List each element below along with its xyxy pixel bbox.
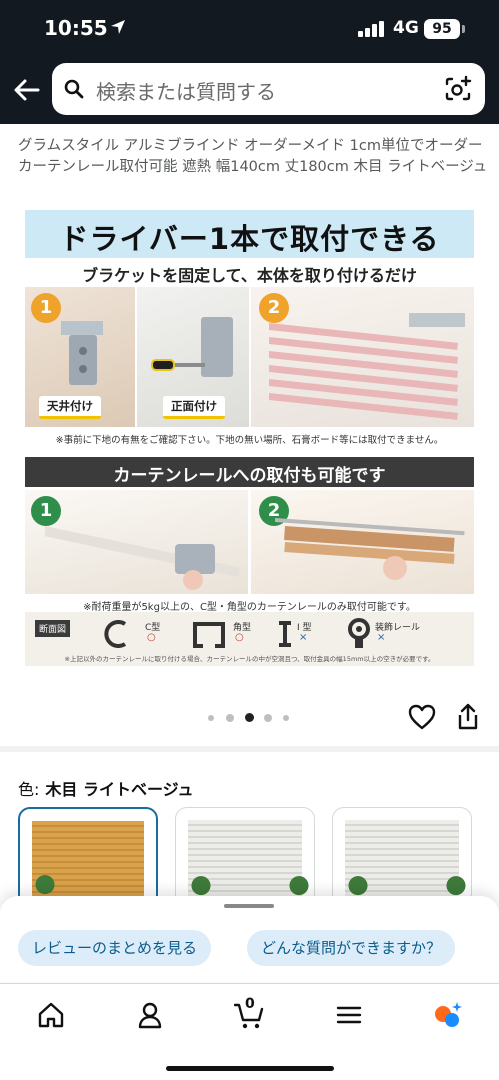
curtain-rail-banner: カーテンレールへの取付も可能です [25, 457, 474, 487]
image-headline-banner: ドライバー1本で取付できる [25, 210, 474, 258]
cellular-signal-icon [358, 21, 384, 37]
color-label: 色: [18, 780, 40, 799]
account-icon[interactable] [135, 1000, 165, 1030]
assistant-bottom-sheet: レビューのまとめを見る どんな質問ができますか？ [0, 896, 499, 982]
blind-slats-illustration [269, 313, 465, 420]
wood-blind-illustration [275, 518, 465, 580]
screwdriver-illustration [151, 317, 233, 377]
color-selector-label: 色: 木目 ライトベージュ [18, 776, 194, 800]
menu-icon[interactable] [334, 1000, 364, 1030]
search-icon [64, 79, 84, 99]
bracket-illustration [61, 321, 103, 385]
mount-note: ※事前に下地の有無をご確認下さい。下地の無い場所、石膏ボード等には取付できません… [55, 435, 444, 446]
carousel-dot [283, 715, 289, 721]
color-swatch-selected[interactable] [18, 807, 158, 907]
photo-rail-blind: 2 [251, 490, 474, 594]
cart-count-badge: 0 [245, 996, 255, 1012]
back-arrow-icon[interactable] [12, 76, 42, 104]
carousel-dot-active [245, 713, 254, 722]
decorative-rail-icon [348, 618, 370, 648]
c-rail-icon [104, 620, 127, 648]
search-bar[interactable]: 検索または質問する [52, 63, 485, 115]
rail-bracket-illustration [45, 525, 241, 590]
heart-icon[interactable] [408, 704, 436, 730]
cross-section-chart: 断面図 C型 ○ 角型 ○ I 型 × 装飾レール × ※上記以外のカーテンレー… [25, 612, 474, 666]
what-can-i-ask-chip[interactable]: どんな質問ができますか？ [247, 930, 456, 966]
rail-type-mark: ○ [147, 632, 156, 643]
section-divider [0, 746, 499, 752]
network-type: 4G [393, 18, 419, 38]
i-rail-icon [279, 621, 291, 647]
label-ceiling-mount: 天井付け [39, 396, 101, 419]
app-header: 10:55 4G 95 検索または質問する [0, 0, 499, 124]
search-input[interactable]: 検索または質問する [96, 76, 276, 105]
share-icon[interactable] [456, 703, 480, 731]
product-image[interactable]: ドライバー1本で取付できる ブラケットを固定して、本体を取り付けるだけ 1 天井… [25, 210, 474, 668]
camera-search-icon[interactable] [444, 75, 472, 103]
rail-type-mark: × [299, 632, 308, 643]
sheet-grabber[interactable] [224, 904, 274, 908]
location-arrow-icon [111, 20, 125, 34]
product-title[interactable]: グラムスタイル アルミブラインド オーダーメイド 1cm単位でオーダー カーテン… [18, 136, 488, 178]
photo-ceiling-mount: 1 天井付け [25, 287, 135, 427]
battery-indicator: 95 [424, 19, 460, 39]
weight-note: ※耐荷重量が5kg以上の、C型・角型のカーテンレールのみ取付可能です。 [83, 602, 416, 613]
color-swatch[interactable] [175, 807, 315, 907]
label-front-mount: 正面付け [163, 396, 225, 419]
color-selected-value: 木目 ライトベージュ [45, 780, 194, 799]
color-swatch[interactable] [332, 807, 472, 907]
home-icon[interactable] [36, 1000, 66, 1030]
photo-front-mount: 正面付け [137, 287, 249, 427]
square-rail-icon [193, 622, 225, 648]
review-summary-chip[interactable]: レビューのまとめを見る [18, 930, 212, 966]
carousel-dot [264, 714, 272, 722]
cross-section-label: 断面図 [35, 620, 71, 637]
home-indicator [166, 1066, 334, 1071]
battery-tip [462, 25, 465, 33]
rail-type-mark: ○ [235, 632, 244, 643]
status-time: 10:55 [44, 16, 108, 40]
carousel-indicator [208, 713, 298, 724]
carousel-dot [226, 714, 234, 722]
cross-section-fine-print: ※上記以外のカーテンレールに取り付ける場合、カーテンレールの中が空洞且つ、取付金… [64, 655, 435, 663]
rail-type-mark: × [377, 632, 386, 643]
carousel-dot [208, 715, 214, 721]
image-subheadline: ブラケットを固定して、本体を取り付けるだけ [82, 266, 417, 285]
curtain-rail-banner-text: カーテンレールへの取付も可能です [113, 466, 386, 486]
ai-assistant-icon[interactable] [432, 1000, 462, 1030]
image-headline: ドライバー1本で取付できる [59, 222, 440, 256]
photo-blind-attach: 2 [251, 287, 474, 427]
photo-rail-bracket: 1 [25, 490, 248, 594]
status-bar: 10:55 4G 95 [0, 0, 499, 58]
step-number-badge: 1 [31, 293, 61, 323]
